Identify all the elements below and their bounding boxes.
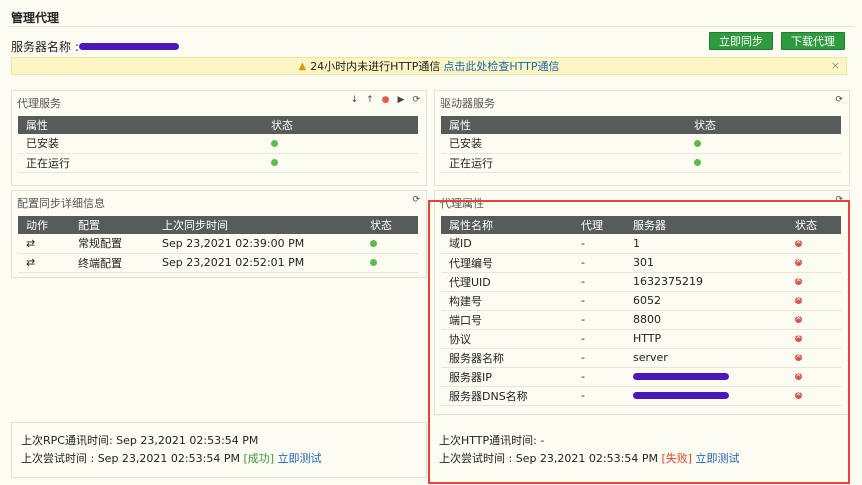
ok-icon — [370, 239, 377, 247]
config-name: 终端配置 — [70, 253, 154, 273]
play-icon[interactable]: ▶ — [398, 95, 405, 105]
close-icon[interactable]: × — [831, 59, 840, 72]
driver-service-table: 属性 状态 已安装 正在运行 — [441, 116, 841, 173]
panel-toolbar: ⟳ — [412, 195, 420, 205]
sync-now-button[interactable]: 立即同步 — [709, 32, 773, 50]
property-name: 正在运行 — [441, 153, 686, 173]
table-row: 已安装 — [18, 134, 418, 154]
panel-title: 代理服务 — [17, 97, 61, 110]
http-warning-banner: ▲ 24小时内未进行HTTP通信 点击此处检查HTTP通信 × — [11, 57, 847, 75]
table-row: 正在运行 — [441, 153, 841, 173]
ok-icon — [370, 259, 377, 266]
ok-icon — [694, 159, 701, 166]
property-name: 已安装 — [18, 134, 263, 154]
server-name-row: 服务器名称 : — [11, 38, 179, 55]
highlight-box — [428, 200, 850, 484]
ok-icon — [694, 139, 701, 147]
refresh-icon[interactable]: ⟳ — [412, 195, 420, 205]
column-header: 配置 — [70, 216, 154, 234]
title-divider — [8, 26, 854, 27]
proxy-service-panel: 代理服务 ↓ ↑ ● ▶ ⟳ 属性 状态 已安装 正在运行 — [11, 90, 427, 186]
rpc-status: 上次RPC通讯时间: Sep 23,2021 02:53:54 PM 上次尝试时… — [21, 432, 322, 468]
table-row: ⇄ 终端配置 Sep 23,2021 02:52:01 PM — [18, 253, 418, 273]
property-name: 正在运行 — [18, 153, 263, 173]
download-agent-button[interactable]: 下载代理 — [781, 32, 845, 50]
sync-time: Sep 23,2021 02:52:01 PM — [154, 253, 362, 273]
refresh-icon[interactable]: ⟳ — [412, 95, 420, 105]
property-name: 已安装 — [441, 134, 686, 154]
column-header: 上次同步时间 — [154, 216, 362, 234]
try-time-label: 上次尝试时间 : — [21, 452, 95, 465]
sync-time: Sep 23,2021 02:39:00 PM — [154, 234, 362, 254]
check-http-link[interactable]: 点击此处检查HTTP通信 — [443, 58, 559, 74]
column-header: 状态 — [263, 116, 418, 134]
page-title: 管理代理 — [11, 11, 60, 25]
panel-title: 配置同步详细信息 — [17, 197, 105, 210]
proxy-service-table: 属性 状态 已安装 正在运行 — [18, 116, 418, 173]
banner-text: 24小时内未进行HTTP通信 — [310, 60, 441, 73]
column-header: 动作 — [18, 216, 70, 234]
redacted-server-name — [78, 43, 179, 50]
warning-icon: ▲ — [298, 60, 307, 72]
config-sync-panel: 配置同步详细信息 ⟳ 动作 配置 上次同步时间 状态 ⇄ 常规配置 Sep 23… — [11, 190, 427, 278]
rpc-time-label: 上次RPC通讯时间: — [21, 434, 113, 447]
table-row: ⇄ 常规配置 Sep 23,2021 02:39:00 PM — [18, 234, 418, 254]
arrow-down-icon[interactable]: ↓ — [351, 95, 359, 105]
ok-icon — [271, 139, 278, 147]
refresh-icon[interactable]: ⟳ — [835, 95, 843, 105]
sync-action-icon[interactable]: ⇄ — [18, 234, 70, 254]
try-time: Sep 23,2021 02:53:54 PM — [97, 452, 240, 465]
panel-title: 驱动器服务 — [440, 97, 495, 110]
config-sync-table: 动作 配置 上次同步时间 状态 ⇄ 常规配置 Sep 23,2021 02:39… — [18, 216, 418, 273]
table-row: 正在运行 — [18, 153, 418, 173]
result-success: [成功] — [243, 452, 275, 465]
table-row: 已安装 — [441, 134, 841, 154]
sync-action-icon[interactable]: ⇄ — [18, 253, 70, 273]
panel-toolbar: ⟳ — [835, 95, 843, 105]
server-name-label: 服务器名称 : — [11, 40, 79, 54]
column-header: 属性 — [441, 116, 686, 134]
column-header: 状态 — [686, 116, 841, 134]
driver-service-panel: 驱动器服务 ⟳ 属性 状态 已安装 正在运行 — [434, 90, 850, 186]
column-header: 属性 — [18, 116, 263, 134]
ok-icon — [271, 159, 278, 166]
panel-toolbar: ↓ ↑ ● ▶ ⟳ — [351, 95, 420, 105]
test-now-link[interactable]: 立即测试 — [278, 452, 322, 465]
config-name: 常规配置 — [70, 234, 154, 254]
stop-icon[interactable]: ● — [382, 95, 390, 105]
arrow-up-icon[interactable]: ↑ — [366, 95, 374, 105]
rpc-time: Sep 23,2021 02:53:54 PM — [116, 434, 259, 447]
column-header: 状态 — [362, 216, 418, 234]
